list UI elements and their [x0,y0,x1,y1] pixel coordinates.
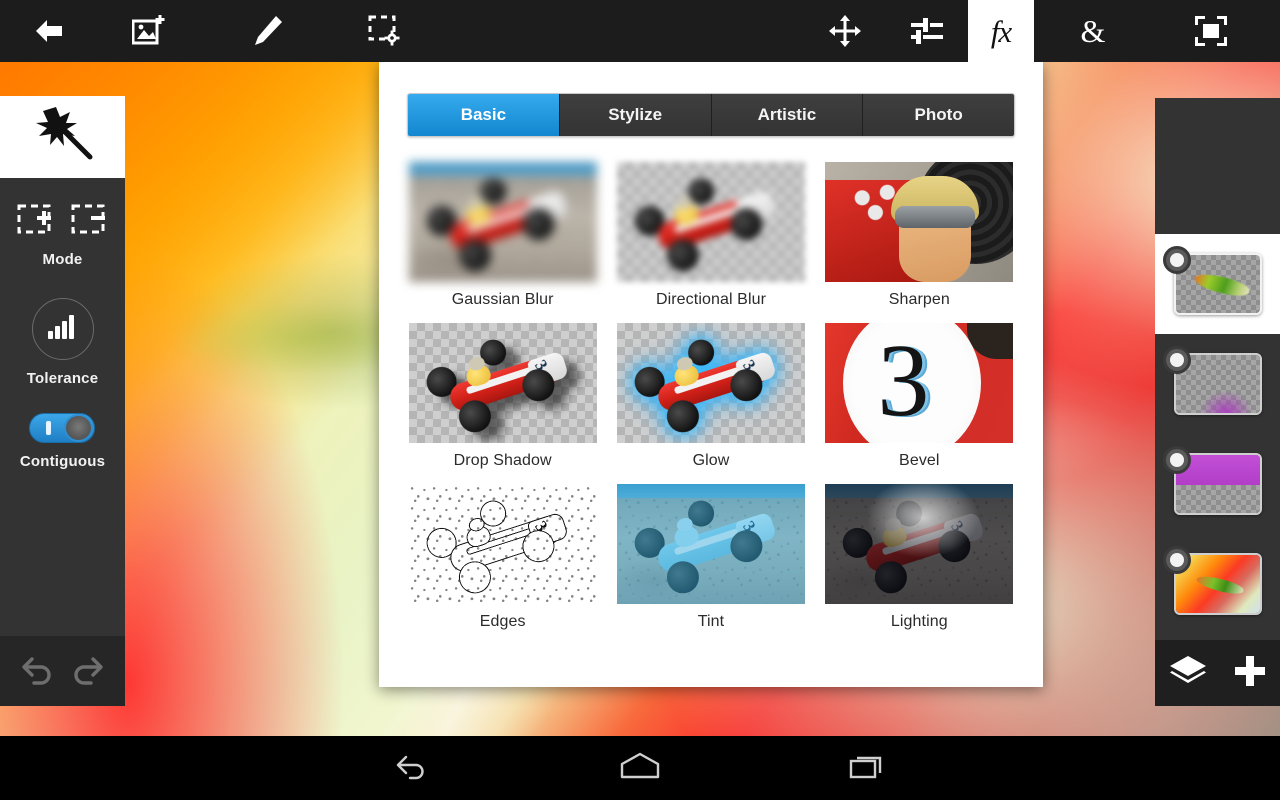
brush-icon [250,14,284,48]
effect-thumbnail: 3 [825,484,1014,604]
android-recents-icon [848,751,886,786]
plus-icon[interactable] [1233,654,1267,693]
add-image-button[interactable] [90,0,208,62]
tolerance-label: Tolerance [26,370,99,387]
effect-label: Bevel [899,452,940,469]
adjustments-button[interactable] [886,0,968,62]
effect-item-drop-shadow[interactable]: 3 Drop Shadow [405,323,600,470]
crop-button[interactable] [1152,0,1270,62]
move-arrows-icon [829,15,861,47]
effect-thumbnail: 3 [825,323,1014,443]
effect-label: Directional Blur [655,291,767,308]
tolerance-dial[interactable] [31,298,94,360]
top-toolbar: fx & [0,0,1280,62]
effect-thumbnail [616,162,805,282]
layer-item-2[interactable] [1155,334,1280,434]
sliders-icon [911,17,943,45]
brush-button[interactable] [208,0,326,62]
android-navigation-bar [0,736,1280,800]
redo-icon[interactable] [69,653,105,690]
toggle-knob[interactable] [64,414,94,442]
blend-button[interactable]: & [1034,0,1152,62]
active-tool-button[interactable] [0,96,125,178]
selection-settings-button[interactable] [326,0,444,62]
undo-redo-bar [0,636,125,706]
contiguous-option: Contiguous [20,413,105,470]
magic-wand-icon [30,105,96,170]
layers-panel [1155,98,1280,706]
tab-photo[interactable]: Photo [863,94,1014,136]
add-image-icon [132,15,166,47]
crop-frame-icon [1195,16,1227,46]
layer-visibility-toggle[interactable] [1163,446,1191,474]
tolerance-option[interactable]: Tolerance [27,298,99,387]
effect-label: Edges [479,613,526,630]
effect-label: Lighting [890,613,948,630]
android-recents-button[interactable] [807,751,927,786]
effect-thumbnail [825,162,1014,282]
tab-stylize[interactable]: Stylize [559,94,712,136]
effect-item-glow[interactable]: 3 Glow [613,323,808,470]
android-home-button[interactable] [580,751,700,786]
layers-panel-top-space [1155,98,1280,234]
layer-visibility-toggle[interactable] [1163,346,1191,374]
effects-category-tabs: Basic Stylize Artistic Photo [407,93,1015,137]
effect-item-directional-blur[interactable]: Directional Blur [613,162,808,309]
android-back-icon [394,751,432,786]
effect-item-gaussian-blur[interactable]: Gaussian Blur [405,162,600,309]
effect-thumbnail: 3 [616,323,805,443]
effect-thumbnail: 3 [408,323,597,443]
layer-item-3[interactable] [1155,434,1280,534]
effect-label: Drop Shadow [453,452,552,469]
effect-thumbnail: 3 [616,484,805,604]
layer-item-4[interactable] [1155,534,1280,634]
toggle-on-mark [46,421,52,435]
effect-item-sharpen[interactable]: Sharpen [822,162,1017,309]
selection-settings-icon [368,15,402,47]
layers-footer [1155,640,1280,706]
effect-label: Gaussian Blur [451,291,554,308]
android-back-button[interactable] [353,751,473,786]
tool-options: Mode Tolerance Contiguous [0,178,125,636]
effect-label: Tint [697,613,725,630]
effect-thumbnail: 3 [408,484,597,604]
effect-item-bevel[interactable]: 3 Bevel [822,323,1017,470]
effect-item-tint[interactable]: 3 Tint [613,484,808,631]
layer-visibility-toggle[interactable] [1163,246,1191,274]
left-tool-panel: Mode Tolerance Contiguous [0,96,125,706]
selection-add-icon[interactable] [17,204,55,241]
effects-dialog: Basic Stylize Artistic Photo Gaussian Bl… [379,62,1043,687]
mode-icon-row [17,204,109,241]
contiguous-toggle[interactable] [29,413,96,443]
signal-bars-icon [47,314,78,345]
back-button[interactable] [8,0,90,62]
effects-button[interactable]: fx [968,0,1034,62]
tab-artistic[interactable]: Artistic [711,94,864,136]
effect-item-lighting[interactable]: 3 Lighting [822,484,1017,631]
effect-item-edges[interactable]: 3 Edges [405,484,600,631]
layer-visibility-toggle[interactable] [1163,546,1191,574]
layer-item-1[interactable] [1155,234,1280,334]
ampersand-icon: & [1080,13,1106,49]
undo-icon[interactable] [20,653,56,690]
app-root: fx & Mode Tolerance Contiguous Basic Sty… [0,0,1280,800]
effects-grid: Gaussian Blur Directional Blur Sharpen 3… [405,162,1017,631]
contiguous-label: Contiguous [19,453,106,470]
tab-basic[interactable]: Basic [408,94,560,136]
back-arrow-icon [34,18,64,44]
layers-stack-icon[interactable] [1168,654,1208,693]
fx-icon: fx [990,13,1012,49]
android-home-icon [619,751,661,786]
mode-option: Mode [17,204,109,268]
selection-subtract-icon[interactable] [71,204,109,241]
effect-thumbnail [408,162,597,282]
mode-label: Mode [42,251,83,268]
effect-label: Glow [692,452,730,469]
transform-button[interactable] [804,0,886,62]
effect-label: Sharpen [888,291,950,308]
